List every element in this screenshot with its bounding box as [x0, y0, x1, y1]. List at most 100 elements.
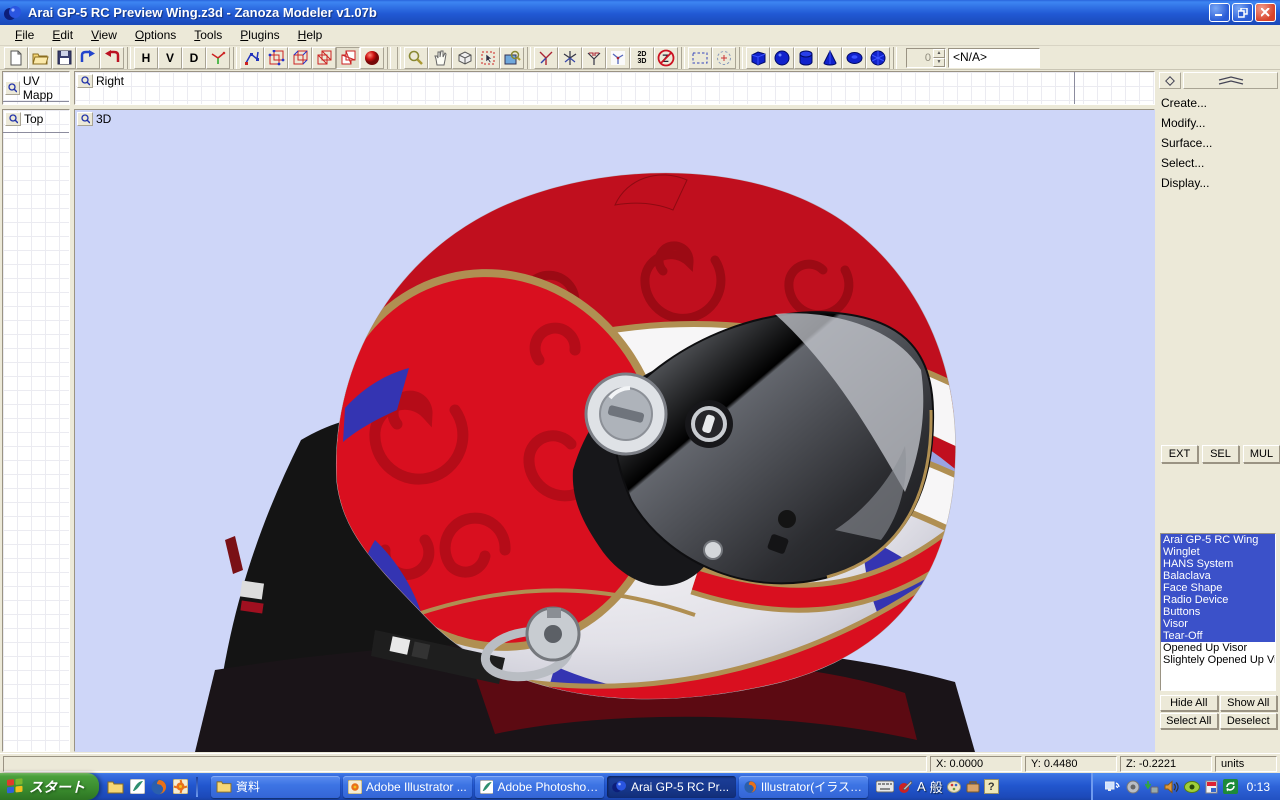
object-list-item[interactable]: Buttons	[1161, 606, 1275, 618]
select-all-button[interactable]: Select All	[1160, 713, 1218, 729]
restore-button[interactable]	[1232, 3, 1253, 22]
hide-all-button[interactable]: Hide All	[1160, 695, 1218, 711]
faces-mode-button[interactable]	[312, 47, 336, 69]
close-button[interactable]	[1255, 3, 1276, 22]
audio-device-icon[interactable]	[1126, 780, 1140, 794]
pan-button[interactable]	[428, 47, 452, 69]
menu-edit[interactable]: Edit	[43, 26, 82, 44]
menu-tools[interactable]: Tools	[185, 26, 231, 44]
vertices-mode-button[interactable]	[264, 47, 288, 69]
ext-button[interactable]: EXT	[1161, 445, 1198, 463]
volume-icon[interactable]	[1164, 780, 1179, 794]
task-button-photoshop[interactable]: Adobe Photoshop...	[475, 776, 604, 798]
bezier-edit-button[interactable]	[240, 47, 264, 69]
task-button-illustrator[interactable]: Adobe Illustrator ...	[343, 776, 472, 798]
primitive-cylinder-button[interactable]	[794, 47, 818, 69]
z-lock-button[interactable]: Z	[654, 47, 678, 69]
taskbar-clock[interactable]: 0:13	[1247, 780, 1270, 794]
task-button-folder[interactable]: 資料	[211, 776, 340, 798]
ime-conversion-mode[interactable]: 般	[930, 777, 943, 796]
spinner-up-icon[interactable]: ▲	[933, 49, 945, 58]
export-button[interactable]	[100, 47, 124, 69]
axis-mode-3-button[interactable]	[582, 47, 606, 69]
new-button[interactable]	[4, 47, 28, 69]
axis-mode-2-button[interactable]	[558, 47, 582, 69]
open-button[interactable]	[28, 47, 52, 69]
object-list-item[interactable]: Face Shape	[1161, 582, 1275, 594]
firefox-icon[interactable]	[151, 779, 167, 795]
ime-pad-icon[interactable]	[947, 780, 962, 794]
keyboard-icon[interactable]	[876, 780, 894, 793]
sync-update-icon[interactable]	[1223, 779, 1238, 794]
usb-remove-icon[interactable]	[1145, 780, 1159, 794]
sidebar-item-modify[interactable]: Modify...	[1159, 113, 1278, 133]
sidebar-collapse-button[interactable]	[1183, 72, 1278, 89]
zoom-region-button[interactable]	[500, 47, 524, 69]
spinner-arrows[interactable]: ▲▼	[933, 49, 945, 67]
tablet-driver-icon[interactable]	[1205, 780, 1218, 794]
sidebar-item-display[interactable]: Display...	[1159, 173, 1278, 193]
folder-icon[interactable]	[107, 780, 124, 794]
deselect-button[interactable]: Deselect	[1220, 713, 1278, 729]
v-view-button[interactable]: V	[158, 47, 182, 69]
sel-button[interactable]: SEL	[1202, 445, 1239, 463]
axes-button[interactable]	[206, 47, 230, 69]
sidebar-item-surface[interactable]: Surface...	[1159, 133, 1278, 153]
sphere-mode-button[interactable]	[360, 47, 384, 69]
object-mode-button[interactable]	[336, 47, 360, 69]
ime-pen-icon[interactable]	[898, 779, 913, 794]
zoom-button[interactable]	[404, 47, 428, 69]
object-list-item[interactable]: Winglet	[1161, 546, 1275, 558]
object-list-item[interactable]: Arai GP-5 RC Wing	[1161, 534, 1275, 546]
primitive-torus-button[interactable]	[842, 47, 866, 69]
task-button-browser[interactable]: Illustrator(イラスト...	[739, 776, 868, 798]
object-list-item[interactable]: Visor	[1161, 618, 1275, 630]
d-view-button[interactable]: D	[182, 47, 206, 69]
object-list-item[interactable]: Balaclava	[1161, 570, 1275, 582]
menu-plugins[interactable]: Plugins	[231, 26, 288, 44]
primitive-geosphere-button[interactable]	[866, 47, 890, 69]
ime-input-mode[interactable]: A	[917, 779, 926, 794]
object-list-item[interactable]: Tear-Off	[1161, 630, 1275, 642]
menu-file[interactable]: File	[6, 26, 43, 44]
ime-help-button[interactable]: ?	[984, 779, 999, 794]
object-list-item[interactable]: Slightely Opened Up Vi	[1161, 654, 1275, 666]
illustrator-icon[interactable]	[173, 779, 188, 794]
task-button-zmodeler[interactable]: Arai GP-5 RC Pr...	[607, 776, 736, 798]
material-combobox[interactable]: <N/A>	[948, 48, 1040, 68]
nview-icon[interactable]	[1184, 781, 1200, 793]
viewport-maximize-button[interactable]	[77, 112, 93, 126]
sidebar-item-select[interactable]: Select...	[1159, 153, 1278, 173]
object-list-item[interactable]: Radio Device	[1161, 594, 1275, 606]
sidebar-mode-button[interactable]	[1159, 72, 1181, 89]
viewport-maximize-button[interactable]	[77, 74, 93, 88]
viewport-top[interactable]: Top	[2, 109, 70, 752]
viewport-3d[interactable]: 3D	[74, 109, 1155, 752]
axis-mode-4-button[interactable]	[606, 47, 630, 69]
view-cube-button[interactable]	[452, 47, 476, 69]
viewport-maximize-button[interactable]	[5, 112, 21, 126]
select-view-button[interactable]	[476, 47, 500, 69]
viewport-uv[interactable]: UV Mapp	[2, 71, 70, 105]
object-list-item[interactable]: Opened Up Visor	[1161, 642, 1275, 654]
toggle-2d3d-button[interactable]: 2D3D	[630, 47, 654, 69]
primitive-sphere-button[interactable]	[770, 47, 794, 69]
menu-help[interactable]: Help	[289, 26, 332, 44]
save-button[interactable]	[52, 47, 76, 69]
axis-mode-1-button[interactable]	[534, 47, 558, 69]
mul-button[interactable]: MUL	[1243, 445, 1280, 463]
value-spinner[interactable]: 0 ▲▼	[906, 48, 946, 68]
menu-options[interactable]: Options	[126, 26, 185, 44]
object-list-item[interactable]: HANS System	[1161, 558, 1275, 570]
viewport-maximize-button[interactable]	[5, 81, 20, 95]
wireless-display-icon[interactable]	[1105, 780, 1121, 794]
edges-mode-button[interactable]	[288, 47, 312, 69]
minimize-button[interactable]	[1209, 3, 1230, 22]
spinner-down-icon[interactable]: ▼	[933, 58, 945, 67]
select-rectangle-button[interactable]	[688, 47, 712, 69]
primitive-cone-button[interactable]	[818, 47, 842, 69]
import-button[interactable]	[76, 47, 100, 69]
ime-tools-icon[interactable]	[966, 780, 980, 793]
select-circle-button[interactable]	[712, 47, 736, 69]
start-button[interactable]: スタート	[0, 773, 99, 800]
